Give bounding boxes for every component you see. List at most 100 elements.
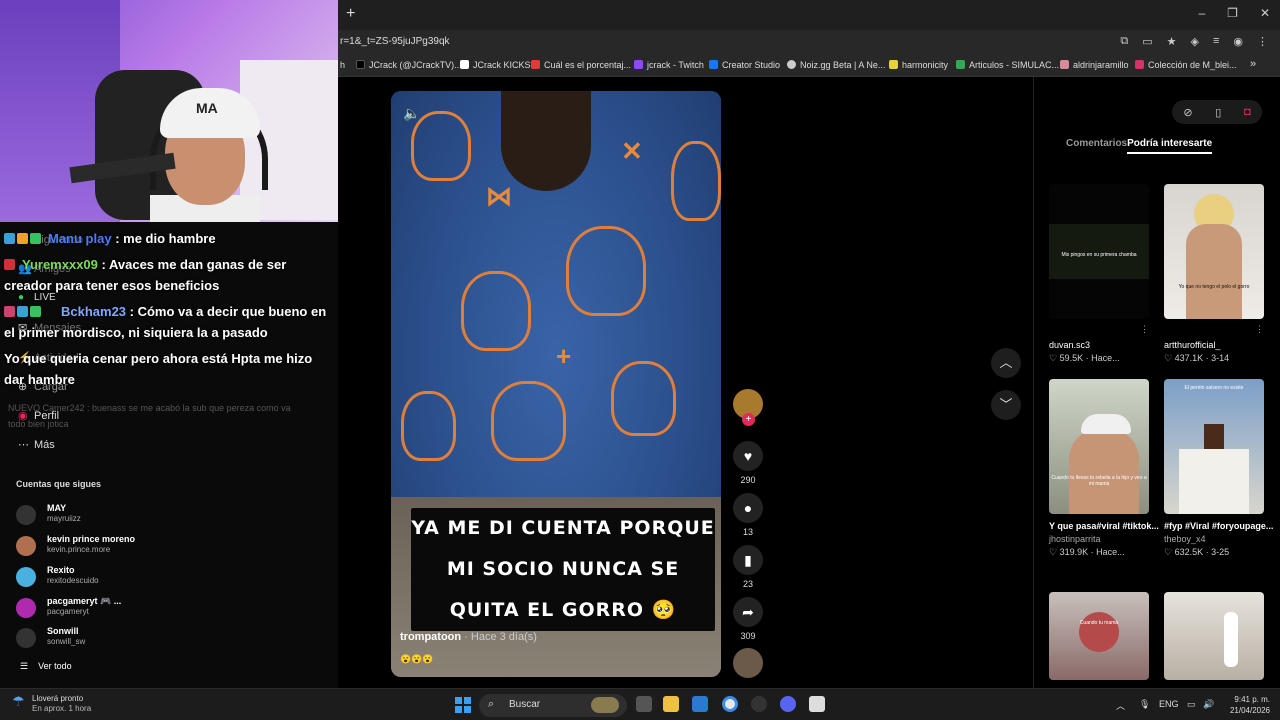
taskbar-search[interactable]: ⌕ Buscar xyxy=(479,694,627,717)
creator-avatar[interactable]: + xyxy=(733,389,763,426)
badge-icon xyxy=(4,259,15,270)
avatar xyxy=(16,598,36,618)
new-tab-button[interactable]: + xyxy=(346,5,355,23)
cast-icon[interactable]: ▭ xyxy=(1142,35,1152,48)
thumb-image xyxy=(1079,612,1119,652)
bookmark-item[interactable]: jcrack - Twitch xyxy=(634,60,704,70)
skull-print xyxy=(671,141,721,221)
mail-icon[interactable] xyxy=(692,696,708,712)
thumb-user[interactable]: theboy_x4 xyxy=(1164,533,1274,546)
skull-print xyxy=(401,391,456,461)
thumb-date: · 3-14 xyxy=(1203,353,1230,363)
network-icon[interactable]: ▭ xyxy=(1187,699,1196,710)
windows-start-icon[interactable] xyxy=(455,697,471,713)
bookmark-item[interactable]: Cuál es el porcentaj... xyxy=(531,60,631,70)
comment-action[interactable]: ● 13 xyxy=(733,493,763,537)
bookmark-item[interactable]: JCrack (@JCrackTV)... xyxy=(356,60,462,70)
sound-avatar[interactable] xyxy=(733,648,763,678)
bookmark-item[interactable]: harmonicity xyxy=(889,60,948,70)
badge-icon xyxy=(30,306,41,317)
chat-badges xyxy=(4,302,61,317)
comment-icon[interactable]: ● xyxy=(733,493,763,523)
media-icon[interactable]: ≡ xyxy=(1213,35,1219,48)
microphone-tray-icon[interactable]: 🎙 xyxy=(1139,699,1150,710)
bookmark-item[interactable]: h xyxy=(340,60,345,70)
save-action[interactable]: ▮ 23 xyxy=(733,545,763,589)
cross-print: ✕ xyxy=(621,136,643,166)
video-author[interactable]: trompatoon · Hace 3 día(s) xyxy=(400,631,537,643)
tray-chevron-icon[interactable]: ︿ xyxy=(1116,699,1125,712)
more-options-icon[interactable]: ⋮ xyxy=(1140,324,1149,335)
profile-icon[interactable]: ◉ xyxy=(1233,35,1243,48)
bookmark-item[interactable]: Articulos - SIMULAC... xyxy=(956,60,1059,70)
chat-text: : me dio hambre xyxy=(111,231,216,246)
task-view-icon[interactable] xyxy=(636,696,652,712)
volume-icon[interactable]: 🔈 xyxy=(403,105,420,122)
heart-icon[interactable]: ♥ xyxy=(733,441,763,471)
following-accounts-header: Cuentas que sigues xyxy=(16,479,102,489)
recommended-thumb[interactable]: El perrito salsero no existe xyxy=(1164,379,1264,514)
clock[interactable]: 9:41 p. m. 21/04/2026 xyxy=(1230,694,1270,716)
bookmark-star-icon[interactable]: ★ xyxy=(1167,35,1177,48)
thumb-image xyxy=(1081,414,1131,434)
follow-plus-icon[interactable]: + xyxy=(742,413,755,426)
file-explorer-icon[interactable] xyxy=(663,696,679,712)
thumb-user[interactable]: jhostinparrita xyxy=(1049,533,1159,546)
device-icon[interactable]: ▯ xyxy=(1215,106,1221,119)
bookmark-item[interactable]: Creator Studio xyxy=(709,60,780,70)
recommended-thumb[interactable]: Cuando tu llevas tu rebelia a la hijo y … xyxy=(1049,379,1149,514)
bookmark-icon[interactable]: ▮ xyxy=(733,545,763,575)
next-video-button[interactable]: ﹀ xyxy=(991,390,1021,420)
bookmark-item[interactable]: Colección de M_blei... xyxy=(1135,60,1237,70)
chrome-icon[interactable] xyxy=(722,696,738,712)
close-window-button[interactable]: ✕ xyxy=(1260,6,1270,20)
bookmark-item[interactable]: JCrack KICKS xyxy=(460,60,531,70)
app-icon[interactable] xyxy=(809,696,825,712)
tab-comments[interactable]: Comentarios xyxy=(1066,138,1127,149)
share-icon[interactable]: ➦ xyxy=(733,597,763,627)
language-indicator[interactable]: ENG xyxy=(1159,699,1179,709)
author-name[interactable]: trompatoon xyxy=(400,631,461,643)
recommended-thumb[interactable]: Cuando tu mamá xyxy=(1049,592,1149,680)
discord-icon[interactable] xyxy=(780,696,796,712)
restore-button[interactable]: ❐ xyxy=(1227,6,1238,20)
bookmark-label: h xyxy=(340,60,346,70)
tab-recommended[interactable]: Podría interesarte xyxy=(1127,138,1213,154)
caption-line: MI SOCIO NUNCA SE xyxy=(446,558,680,580)
skull-print xyxy=(611,361,676,436)
bookmark-item[interactable]: Noiz.gg Beta | A Ne... xyxy=(787,60,885,70)
clock-date: 21/04/2026 xyxy=(1229,706,1270,715)
see-all-link[interactable]: ☰ Ver todo xyxy=(20,661,72,672)
app-icon[interactable] xyxy=(751,696,767,712)
recommended-thumb[interactable]: Yo que no tengo el pelo el gorro xyxy=(1164,184,1264,319)
settings-icon[interactable]: ⊘ xyxy=(1183,106,1192,119)
search-placeholder: Buscar xyxy=(509,699,541,710)
recommended-thumb[interactable]: Mis pingos en su primera chamba xyxy=(1049,184,1149,319)
video-player[interactable]: ✕ + ⋈ 🔈 YA ME DI CUENTA PORQUE MI SOCIO … xyxy=(391,91,721,677)
nav-more[interactable]: ⋯ Más xyxy=(18,438,55,451)
save-count: 23 xyxy=(742,579,753,589)
thumb-image xyxy=(1186,224,1242,319)
minimize-button[interactable]: – xyxy=(1198,6,1205,20)
skull-print xyxy=(461,271,531,351)
thumb-description[interactable]: #fyp #Viral #foryoupage... xyxy=(1164,520,1274,533)
translate-icon[interactable]: ⧉ xyxy=(1120,35,1128,48)
bookmark-item[interactable]: aldrinjaramillo xyxy=(1060,60,1129,70)
menu-kebab-icon[interactable]: ⋮ xyxy=(1257,35,1268,48)
recommended-thumb[interactable] xyxy=(1164,592,1264,680)
share-action[interactable]: ➦ 309 xyxy=(733,597,763,641)
more-bookmarks-icon[interactable]: » xyxy=(1250,58,1256,70)
previous-video-button[interactable]: ︿ xyxy=(991,348,1021,378)
volume-tray-icon[interactable]: 🔊 xyxy=(1203,699,1214,710)
tiktok-icon[interactable]: ◘ xyxy=(1244,106,1251,118)
more-options-icon[interactable]: ⋮ xyxy=(1255,324,1264,335)
thumb-meta: ♡ 59.5K · Hace... xyxy=(1049,352,1159,365)
thumb-user[interactable]: duvan.sc3 xyxy=(1049,339,1159,352)
thumb-date: · 3-25 xyxy=(1203,547,1230,557)
thumb-description[interactable]: Y que pasa#viral #tiktok... xyxy=(1049,520,1159,533)
like-action[interactable]: ♥ 290 xyxy=(733,441,763,485)
search-highlight-icon xyxy=(591,697,619,713)
thumb-user[interactable]: artthurofficial_ xyxy=(1164,339,1274,352)
extensions-icon[interactable]: ◈ xyxy=(1191,35,1199,48)
url-field[interactable]: r=1&_t=ZS-95juJPg39qk xyxy=(340,36,450,47)
